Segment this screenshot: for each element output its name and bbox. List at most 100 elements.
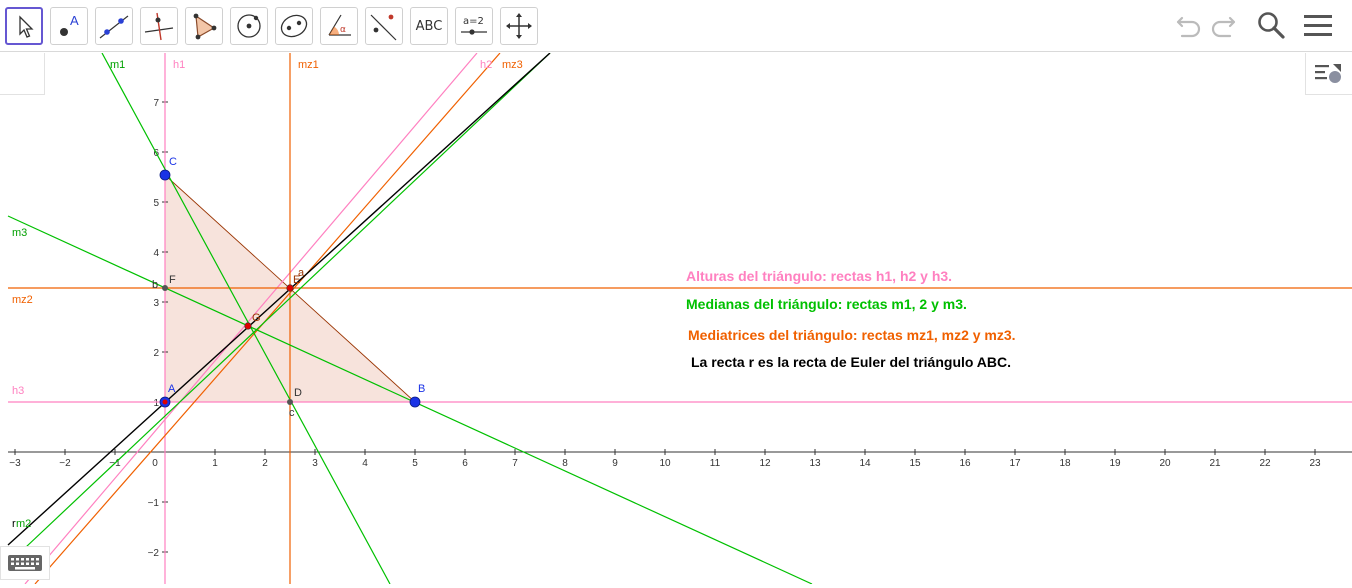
point-C[interactable] xyxy=(159,169,171,181)
style-bar-button[interactable] xyxy=(1305,53,1352,95)
slider-tool-button[interactable]: a=2 xyxy=(455,7,493,45)
y-tick-label: 5 xyxy=(153,198,159,209)
y-tick-label: −2 xyxy=(148,548,160,559)
altitude-h2[interactable] xyxy=(24,52,478,585)
slider-icon: a=2 xyxy=(461,16,487,35)
x-tick-label: 22 xyxy=(1259,458,1271,469)
perp-bisector-mz3[interactable] xyxy=(34,52,501,585)
x-tick-label: −2 xyxy=(59,458,71,469)
label-point-A: A xyxy=(168,383,176,395)
point-tool-letter: A xyxy=(70,13,79,28)
redo-button[interactable] xyxy=(1206,8,1242,44)
label-b: b xyxy=(152,279,158,291)
point-orthocenter[interactable] xyxy=(162,399,168,405)
circle-tool-button[interactable] xyxy=(230,7,268,45)
perpendicular-line-icon xyxy=(144,12,174,41)
x-tick-label: 6 xyxy=(462,458,468,469)
y-tick-label: 4 xyxy=(153,248,159,259)
x-tick-label: 23 xyxy=(1309,458,1321,469)
conic-ellipse-icon xyxy=(280,14,308,38)
polygon-icon xyxy=(193,13,217,40)
x-tick-label: 8 xyxy=(562,458,568,469)
move-view-tool-button[interactable] xyxy=(500,7,538,45)
x-tick-label: 9 xyxy=(612,458,618,469)
line-tool-button[interactable] xyxy=(95,7,133,45)
text-icon: ABC xyxy=(415,18,443,34)
line-through-two-points-icon xyxy=(99,15,129,39)
label-point-D: D xyxy=(294,387,302,399)
x-tick-label: 4 xyxy=(362,458,368,469)
x-tick-label: 3 xyxy=(312,458,318,469)
label-h2: h2 xyxy=(480,59,492,71)
point-D[interactable] xyxy=(287,399,293,405)
search-button[interactable] xyxy=(1253,8,1289,44)
move-graphics-view-icon xyxy=(506,13,532,39)
median-m2[interactable] xyxy=(7,52,551,565)
keyboard-icon xyxy=(8,555,42,571)
x-tick-label: 5 xyxy=(412,458,418,469)
menu-button[interactable] xyxy=(1300,8,1336,44)
angle-tool-button[interactable]: α xyxy=(320,7,358,45)
label-mz1: mz1 xyxy=(298,59,319,71)
undo-button[interactable] xyxy=(1170,8,1206,44)
move-tool-button[interactable] xyxy=(5,7,43,45)
x-tick-label: 20 xyxy=(1159,458,1171,469)
label-point-C: C xyxy=(169,156,177,168)
x-tick-label: 12 xyxy=(759,458,771,469)
label-point-G: G xyxy=(252,312,261,324)
redo-icon xyxy=(1211,16,1236,38)
y-tick-label: 3 xyxy=(153,298,159,309)
label-h1: h1 xyxy=(173,59,185,71)
graphics-view[interactable]: −3−2−10123456789101112131415161718192021… xyxy=(0,52,1352,585)
x-tick-label: −3 xyxy=(9,458,21,469)
x-tick-label: 21 xyxy=(1209,458,1221,469)
point-A-icon: A xyxy=(60,13,79,36)
slider-tool-text: a=2 xyxy=(463,16,484,27)
point-F[interactable] xyxy=(162,285,168,291)
point-tool-button[interactable]: A xyxy=(50,7,88,45)
note-alturas[interactable]: Alturas del triángulo: rectas h1, h2 y h… xyxy=(686,268,952,284)
search-icon xyxy=(1258,12,1285,39)
x-tick-label: 19 xyxy=(1109,458,1121,469)
label-h3: h3 xyxy=(12,385,24,397)
x-tick-label: 16 xyxy=(959,458,971,469)
x-tick-label: 18 xyxy=(1059,458,1071,469)
undo-icon xyxy=(1176,16,1201,38)
point-G[interactable] xyxy=(244,322,252,330)
text-tool-button[interactable]: ABC xyxy=(410,7,448,45)
circle-center-point-icon xyxy=(237,14,261,38)
x-tick-label: 0 xyxy=(152,458,158,469)
x-tick-label: 1 xyxy=(212,458,218,469)
y-tick-label: 7 xyxy=(153,98,159,109)
perpendicular-line-tool-button[interactable] xyxy=(140,7,178,45)
angle-tool-alpha: α xyxy=(340,25,346,35)
angle-icon: α xyxy=(328,14,351,36)
polygon-tool-button[interactable] xyxy=(185,7,223,45)
keyboard-button[interactable] xyxy=(0,546,50,580)
pointer-arrow-icon xyxy=(19,15,34,38)
x-tick-label: 7 xyxy=(512,458,518,469)
y-tick-label: 2 xyxy=(153,348,159,359)
x-tick-label: 14 xyxy=(859,458,871,469)
median-m1[interactable] xyxy=(101,52,391,585)
label-m3: m3 xyxy=(12,227,27,239)
algebra-view-toggle[interactable] xyxy=(0,53,45,95)
label-m2: m2 xyxy=(16,518,31,530)
label-mz3: mz3 xyxy=(502,59,523,71)
reflect-tool-button[interactable] xyxy=(365,7,403,45)
x-tick-label: 11 xyxy=(710,458,721,469)
x-tick-label: 17 xyxy=(1009,458,1021,469)
note-mediatrices[interactable]: Mediatrices del triángulo: rectas mz1, m… xyxy=(688,327,1016,343)
reflect-about-line-icon xyxy=(370,14,397,41)
menu-icon xyxy=(1304,15,1332,36)
label-point-F: F xyxy=(169,274,176,286)
euler-line-r[interactable] xyxy=(7,52,551,546)
point-B[interactable] xyxy=(409,396,421,408)
note-euler[interactable]: La recta r es la recta de Euler del triá… xyxy=(691,354,1011,370)
graphics-canvas[interactable]: −3−2−10123456789101112131415161718192021… xyxy=(0,52,1352,585)
style-bar-icon xyxy=(1315,64,1341,83)
conic-tool-button[interactable] xyxy=(275,7,313,45)
x-tick-label: 13 xyxy=(809,458,821,469)
note-medianas[interactable]: Medianas del triángulo: rectas m1, 2 y m… xyxy=(686,296,967,312)
label-point-B: B xyxy=(418,383,425,395)
